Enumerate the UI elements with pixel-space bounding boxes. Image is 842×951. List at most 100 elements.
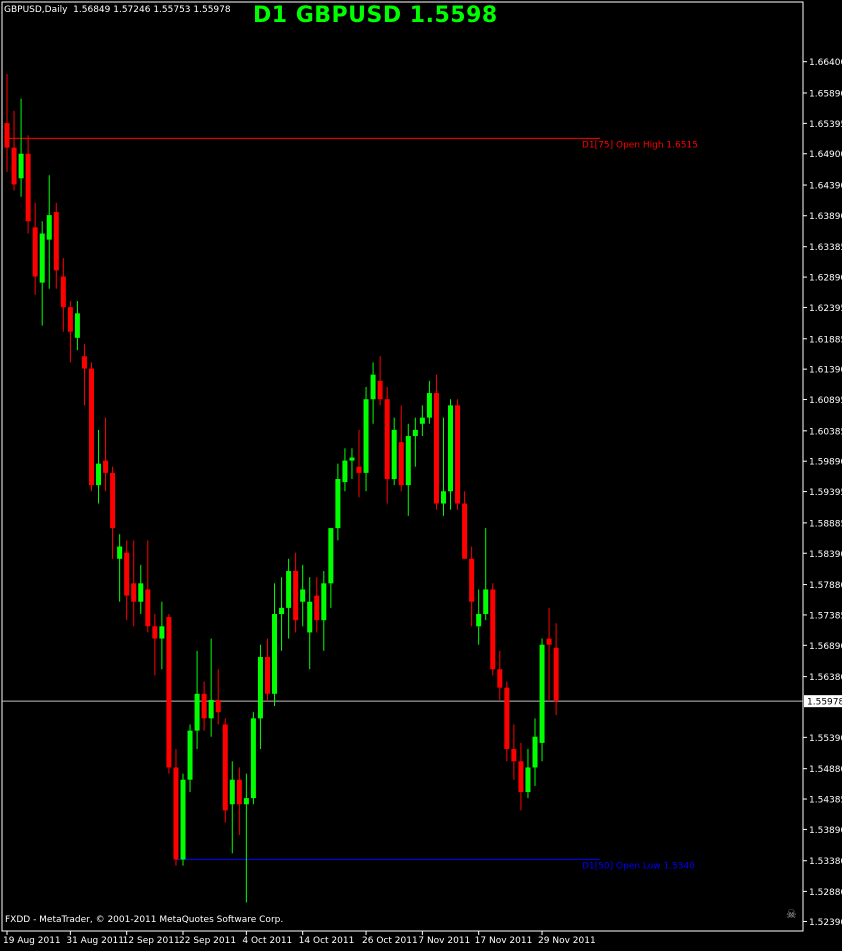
candles — [4, 73, 559, 903]
candle — [201, 681, 207, 731]
candle-body — [448, 405, 454, 492]
price-tick-label: 1.59395 — [809, 488, 842, 498]
candle-body — [293, 571, 299, 621]
candle-body — [349, 457, 355, 461]
candle — [476, 589, 482, 645]
candle-body — [272, 614, 278, 694]
price-tick-label: 1.63385 — [809, 243, 842, 253]
candle-body — [356, 466, 362, 473]
date-tick-label: 22 Sep 2011 — [179, 936, 236, 946]
candle — [426, 380, 432, 424]
candle-body — [39, 233, 45, 283]
candle-body — [257, 656, 263, 719]
price-tick-label: 1.57880 — [809, 581, 842, 591]
candle-body — [110, 472, 116, 529]
candle — [257, 644, 263, 750]
price-tick-label: 1.52390 — [809, 918, 842, 928]
candle-body — [201, 693, 207, 719]
candle-body — [314, 595, 320, 621]
candle — [180, 773, 186, 866]
candle — [124, 540, 130, 621]
candle-body — [286, 571, 292, 608]
candle-body — [300, 589, 306, 602]
candle-body — [391, 429, 397, 479]
price-tick-label: 1.55390 — [809, 734, 842, 744]
candle — [518, 742, 524, 811]
price-tick-label: 1.54880 — [809, 765, 842, 775]
price-tick-label: 1.57385 — [809, 611, 842, 621]
date-tick-label: 17 Nov 2011 — [475, 936, 533, 946]
candle-body — [504, 687, 510, 750]
candle — [490, 583, 496, 676]
candle-body — [18, 153, 24, 179]
candle-body — [25, 153, 31, 222]
candle — [67, 301, 73, 363]
candle — [532, 718, 538, 786]
candle-body — [145, 589, 151, 627]
candle — [462, 491, 468, 559]
candle — [4, 73, 10, 173]
candle — [229, 761, 235, 854]
candle — [88, 362, 94, 492]
candle — [504, 681, 510, 762]
candle-body — [419, 417, 425, 424]
candle — [419, 405, 425, 437]
candle — [131, 540, 137, 627]
candle — [194, 650, 200, 750]
chart-svg[interactable]: 1.66400 1.65890 1.65395 1.64900 1.64390 1.638… — [0, 0, 842, 947]
candle-body — [398, 442, 404, 486]
candle — [377, 356, 383, 406]
candle — [455, 399, 461, 510]
candle-body — [222, 724, 228, 811]
candle — [53, 202, 59, 289]
candle — [342, 448, 348, 492]
candle-body — [159, 626, 165, 639]
candle — [272, 583, 278, 707]
candle-body — [483, 589, 489, 615]
candle-body — [187, 730, 193, 780]
candle — [81, 343, 87, 406]
price-tick-label: 1.52880 — [809, 888, 842, 898]
chart-window[interactable]: 1.66400 1.65890 1.65395 1.64900 1.64390 1.638… — [0, 0, 842, 947]
candle — [110, 466, 116, 559]
candle-body — [377, 380, 383, 400]
candle — [412, 417, 418, 467]
candle-body — [525, 767, 531, 792]
candle — [39, 221, 45, 326]
candle — [138, 564, 144, 615]
candle — [117, 534, 123, 602]
candle — [236, 767, 242, 835]
candle-body — [342, 460, 348, 483]
candle-body — [180, 779, 186, 860]
candle-body — [405, 436, 411, 486]
price-tick-label: 1.56380 — [809, 673, 842, 683]
candle-body — [518, 761, 524, 792]
candle-body — [229, 779, 235, 805]
candle-body — [363, 399, 369, 473]
price-tick-label: 1.64390 — [809, 182, 842, 192]
candle — [159, 601, 165, 670]
date-tick-label: 29 Nov 2011 — [538, 936, 596, 946]
candle — [307, 577, 313, 670]
candle — [208, 638, 214, 737]
candle — [321, 571, 327, 651]
candle-body — [321, 583, 327, 621]
price-tick-label: 1.63890 — [809, 212, 842, 222]
skull-icon: ☠ — [786, 907, 797, 921]
copyright-text: FXDD - MetaTrader, © 2001-2011 MetaQuote… — [5, 915, 284, 925]
candle — [187, 724, 193, 792]
date-tick-label: 12 Sep 2011 — [123, 936, 180, 946]
candle-body — [307, 601, 313, 633]
candle-body — [539, 644, 545, 743]
candle — [300, 564, 306, 627]
date-tick-label: 26 Oct 2011 — [362, 936, 418, 946]
candle-body — [81, 356, 87, 369]
candle-body — [67, 307, 73, 332]
date-tick-label: 31 Aug 2011 — [66, 936, 124, 946]
candle-body — [553, 647, 559, 702]
candle — [405, 423, 411, 516]
candle — [222, 718, 228, 823]
price-tick-label: 1.61885 — [809, 335, 842, 345]
candle — [448, 399, 454, 510]
candle-body — [335, 479, 341, 529]
